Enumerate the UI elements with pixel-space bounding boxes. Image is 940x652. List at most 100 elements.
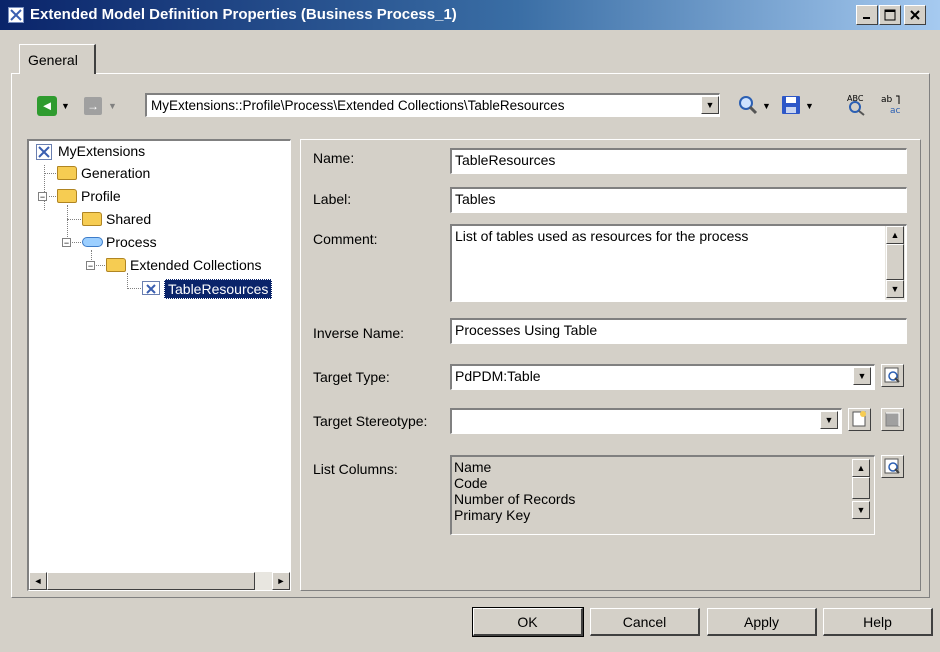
comment-textarea[interactable]: List of tables used as resources for the… — [450, 224, 907, 302]
scroll-thumb[interactable] — [886, 244, 904, 280]
chevron-down-icon: ▼ — [824, 415, 834, 425]
tree-item-profile[interactable]: Profile — [81, 188, 121, 204]
browse-target-type-button[interactable] — [881, 364, 904, 387]
maximize-icon — [884, 9, 896, 21]
list-item[interactable]: Number of Records — [454, 491, 844, 507]
label-label: Label: — [313, 191, 352, 207]
list-columns-label: List Columns: — [313, 461, 398, 477]
chevron-down-icon: ▼ — [705, 100, 715, 110]
maximize-button[interactable] — [879, 5, 901, 25]
minimize-icon — [863, 17, 870, 19]
properties-stereotype-button[interactable] — [881, 408, 904, 431]
target-type-label: Target Type: — [313, 369, 390, 385]
extension-definition-icon — [8, 7, 24, 23]
scroll-left-button[interactable]: ◄ — [29, 572, 47, 590]
label-field[interactable]: Tables — [450, 187, 907, 213]
create-stereotype-button[interactable] — [848, 408, 871, 431]
tree-view[interactable]: MyExtensions Generation − Profile Shared… — [27, 139, 291, 591]
extended-collection-icon — [142, 281, 160, 295]
select-columns-button[interactable] — [881, 455, 904, 478]
folder-icon — [57, 166, 77, 180]
help-button[interactable]: Help — [823, 608, 933, 636]
arrow-right-icon: ► — [276, 576, 286, 586]
list-columns-scrollbar[interactable]: ▲ ▼ — [852, 457, 872, 533]
new-document-icon — [852, 411, 866, 427]
folder-icon — [57, 189, 77, 203]
forward-arrow-icon[interactable]: → — [84, 97, 102, 115]
horizontal-scrollbar[interactable]: ◄ ► — [29, 572, 290, 590]
find-icon[interactable] — [737, 94, 759, 119]
tree-connector — [72, 242, 81, 243]
ok-button[interactable]: OK — [472, 607, 584, 637]
back-arrow-icon[interactable]: ◄ — [37, 96, 57, 116]
scroll-up-button[interactable]: ▲ — [886, 226, 904, 244]
find-dropdown-icon[interactable]: ▼ — [762, 101, 771, 111]
folder-icon — [106, 258, 126, 272]
close-icon — [910, 10, 920, 20]
target-type-dropdown-button[interactable]: ▼ — [853, 367, 871, 385]
tree-item-process[interactable]: Process — [106, 234, 157, 250]
save-icon[interactable] — [780, 94, 802, 119]
name-label: Name: — [313, 150, 355, 166]
forward-dropdown-icon[interactable]: ▼ — [108, 101, 117, 111]
title-bar: Extended Model Definition Properties (Bu… — [0, 0, 940, 30]
list-item[interactable]: Name — [454, 459, 844, 475]
arrow-up-icon: ▲ — [856, 463, 866, 473]
collapse-icon[interactable]: − — [86, 261, 95, 271]
close-button[interactable] — [904, 5, 926, 25]
back-dropdown-icon[interactable]: ▼ — [61, 101, 70, 111]
svg-text:ac: ac — [890, 106, 901, 116]
scroll-thumb[interactable] — [47, 572, 255, 590]
tree-connector — [49, 196, 56, 197]
tab-general[interactable]: General — [19, 44, 96, 74]
arrow-down-icon: ▼ — [890, 284, 900, 294]
list-item[interactable]: Code — [454, 475, 844, 491]
list-item[interactable]: Primary Key — [454, 507, 844, 523]
browse-icon — [884, 458, 900, 474]
tree-connector — [44, 173, 56, 174]
extension-definition-icon — [36, 144, 52, 160]
list-columns-listbox[interactable]: Name Code Number of Records Primary Key … — [450, 455, 875, 535]
tree-connector — [127, 273, 128, 289]
tree-connector — [96, 265, 105, 266]
arrow-left-icon: ◄ — [33, 576, 43, 586]
tree-connector — [44, 165, 45, 210]
target-stereotype-label: Target Stereotype: — [313, 413, 428, 429]
collapse-icon[interactable]: − — [38, 192, 47, 202]
svg-text:ab: ab — [881, 95, 893, 105]
scroll-down-button[interactable]: ▼ — [852, 501, 870, 519]
window-title: Extended Model Definition Properties (Bu… — [30, 6, 457, 23]
minimize-button[interactable] — [856, 5, 878, 25]
tree-connector — [127, 288, 141, 289]
arrow-down-icon: ▼ — [856, 505, 866, 515]
spell-check-icon[interactable]: ABC — [845, 92, 869, 119]
scroll-down-button[interactable]: ▼ — [886, 280, 904, 298]
inverse-name-field[interactable]: Processes Using Table — [450, 318, 907, 344]
apply-button[interactable]: Apply — [707, 608, 817, 636]
object-path-combo[interactable]: MyExtensions::Profile\Process\Extended C… — [145, 93, 720, 117]
tree-connector — [67, 219, 81, 220]
tree-item-myextensions[interactable]: MyExtensions — [58, 143, 145, 159]
target-stereotype-combo[interactable] — [450, 408, 842, 434]
tree-item-tableresources[interactable]: TableResources — [164, 279, 273, 299]
arrow-up-icon: ▲ — [890, 230, 900, 240]
path-dropdown-button[interactable]: ▼ — [701, 96, 719, 114]
process-icon — [82, 237, 103, 247]
scroll-up-button[interactable]: ▲ — [852, 459, 870, 477]
chevron-down-icon: ▼ — [857, 371, 867, 381]
save-dropdown-icon[interactable]: ▼ — [805, 101, 814, 111]
target-type-combo[interactable]: PdPDM:Table — [450, 364, 875, 390]
target-stereotype-dropdown-button[interactable]: ▼ — [820, 411, 838, 429]
tree-item-shared[interactable]: Shared — [106, 211, 151, 227]
scroll-right-button[interactable]: ► — [272, 572, 290, 590]
name-field[interactable]: TableResources — [450, 148, 907, 174]
replace-text-icon[interactable]: ab ac — [879, 92, 903, 119]
collapse-icon[interactable]: − — [62, 238, 71, 248]
tree-item-generation[interactable]: Generation — [81, 165, 150, 181]
cancel-button[interactable]: Cancel — [590, 608, 700, 636]
inverse-name-label: Inverse Name: — [313, 325, 405, 341]
scroll-thumb[interactable] — [852, 477, 870, 499]
browse-icon — [884, 367, 900, 383]
comment-scrollbar[interactable]: ▲ ▼ — [885, 226, 905, 300]
tree-item-extended-collections[interactable]: Extended Collections — [130, 257, 262, 273]
